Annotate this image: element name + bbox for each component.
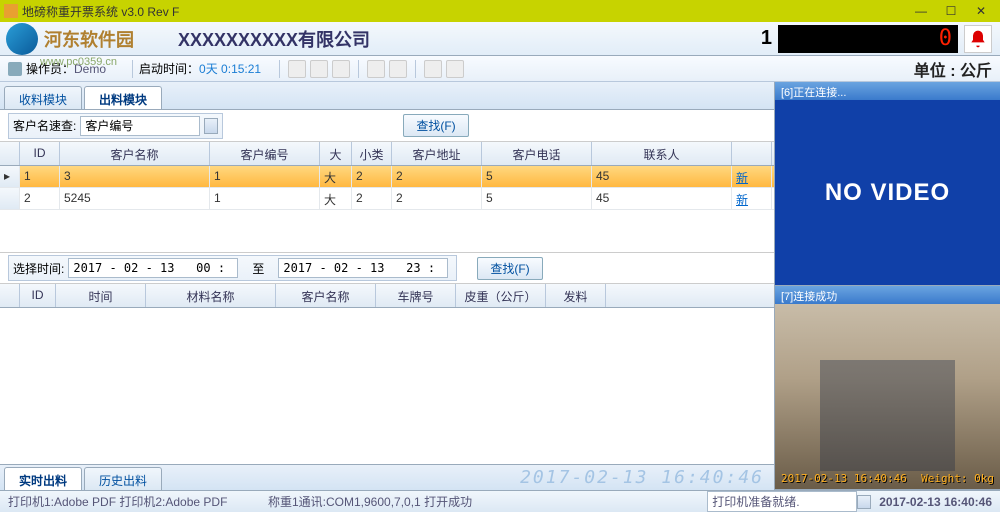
video-timestamp: 2017-02-13 16:40:46 [781, 472, 907, 485]
alarm-button[interactable] [964, 25, 992, 53]
col-small[interactable]: 小类 [352, 142, 392, 165]
time-label: 选择时间: [13, 260, 64, 277]
col-tare[interactable]: 皮重（公斤） [456, 284, 546, 307]
customer-search-bar: 客户名速查: 查找(F) [0, 110, 774, 142]
search-dropdown-icon[interactable] [204, 118, 218, 134]
col-name[interactable]: 客户名称 [60, 142, 210, 165]
uptime-value: 0天 0:15:21 [199, 60, 261, 77]
col-big[interactable]: 大 [320, 142, 352, 165]
time-filter-bar: 选择时间: 至 查找(F) [0, 252, 774, 284]
video2-title: [7]连接成功 [775, 286, 1000, 304]
maximize-button[interactable]: ☐ [936, 1, 966, 21]
close-button[interactable]: ✕ [966, 1, 996, 21]
row-selector-icon: ▸ [0, 166, 20, 187]
minimize-button[interactable]: — [906, 1, 936, 21]
watermark-url: www.pc0359.cn [40, 56, 117, 68]
status-printer-ready: 打印机准备就绪. [707, 491, 857, 512]
bell-icon [968, 29, 988, 49]
col-customer[interactable]: 客户名称 [276, 284, 376, 307]
time-to-input[interactable] [278, 258, 448, 278]
video1-title: [6]正在连接... [775, 82, 1000, 100]
table-row[interactable]: ▸ 1 3 1 大 2 2 5 45 新 [0, 166, 774, 188]
car-icon[interactable] [367, 60, 385, 78]
video-panel: [6]正在连接... NO VIDEO [7]连接成功 2017-02-13 1… [775, 82, 1000, 490]
window-title: 地磅称重开票系统 v3.0 Rev F [22, 3, 906, 20]
video-weight: Weight: 0kg [921, 472, 994, 485]
camera-icon[interactable] [310, 60, 328, 78]
user-icon [8, 62, 22, 76]
video2-body: 2017-02-13 16:40:46 Weight: 0kg [775, 304, 1000, 489]
no-video-label: NO VIDEO [825, 179, 950, 207]
col-phone[interactable]: 客户电话 [482, 142, 592, 165]
table-row[interactable]: 2 5245 1 大 2 2 5 45 新 [0, 188, 774, 210]
to-label: 至 [252, 260, 264, 277]
search-label: 客户名速查: [13, 117, 76, 134]
unit-label: 单位 : 公斤 [914, 57, 992, 81]
channel-number: 1 [761, 27, 772, 50]
col-plate[interactable]: 车牌号 [376, 284, 456, 307]
status-bar: 打印机1:Adobe PDF 打印机2:Adobe PDF 称重1通讯:COM1… [0, 490, 1000, 512]
col-customer-no[interactable]: 客户编号 [210, 142, 320, 165]
time-from-input[interactable] [68, 258, 238, 278]
col-time[interactable]: 时间 [56, 284, 146, 307]
video1-body: NO VIDEO [775, 100, 1000, 285]
titlebar: 地磅称重开票系统 v3.0 Rev F — ☐ ✕ [0, 0, 1000, 22]
search-input[interactable] [80, 116, 200, 136]
col-ship[interactable]: 发料 [546, 284, 606, 307]
customer-grid: ID 客户名称 客户编号 大 小类 客户地址 客户电话 联系人 ▸ 1 3 1 … [0, 142, 774, 252]
tool-icon-3[interactable] [332, 60, 350, 78]
watermark-site: 河东软件园 [44, 26, 134, 52]
find-button[interactable]: 查找(F) [403, 114, 468, 137]
col-id[interactable]: ID [20, 284, 56, 307]
watermark: 河东软件园 www.pc0359.cn [0, 22, 134, 56]
header: XXXXXXXXXX有限公司 1 0 [0, 22, 1000, 56]
status-printers: 打印机1:Adobe PDF 打印机2:Adobe PDF [8, 493, 268, 510]
bottom-tabs: 实时出料 历史出料 2017-02-13 16:40:46 [0, 464, 774, 490]
row-action-link[interactable]: 新 [732, 188, 772, 209]
site-logo-icon [6, 23, 38, 55]
tab-dispatch[interactable]: 出料模块 [84, 86, 162, 109]
weight-value: 0 [939, 26, 952, 51]
app-icon [4, 4, 18, 18]
tool-icon-1[interactable] [288, 60, 306, 78]
col-contact[interactable]: 联系人 [592, 142, 732, 165]
row-action-link[interactable]: 新 [732, 166, 772, 187]
uptime-label: 启动时间： [139, 60, 199, 77]
col-address[interactable]: 客户地址 [392, 142, 482, 165]
module-tabs: 收料模块 出料模块 [0, 82, 774, 110]
col-id[interactable]: ID [20, 142, 60, 165]
toolbar: 操作员： Demo 启动时间： 0天 0:15:21 单位 : 公斤 [0, 56, 1000, 82]
tab-receive[interactable]: 收料模块 [4, 86, 82, 109]
print-icon[interactable] [389, 60, 407, 78]
tab-realtime[interactable]: 实时出料 [4, 467, 82, 490]
tool-icon-7[interactable] [446, 60, 464, 78]
time-find-button[interactable]: 查找(F) [477, 257, 542, 280]
timestamp-overlay: 2017-02-13 16:40:46 [520, 467, 764, 488]
col-material[interactable]: 材料名称 [146, 284, 276, 307]
tab-history[interactable]: 历史出料 [84, 467, 162, 490]
dropdown-icon[interactable] [857, 495, 871, 509]
weight-display: 0 [778, 25, 958, 53]
rss-icon[interactable] [424, 60, 442, 78]
status-timestamp: 2017-02-13 16:40:46 [879, 495, 992, 509]
records-grid: ID 时间 材料名称 客户名称 车牌号 皮重（公斤） 发料 [0, 284, 774, 464]
status-comm: 称重1通讯:COM1,9600,7,0,1 打开成功 [268, 493, 707, 510]
company-name: XXXXXXXXXX有限公司 [178, 26, 370, 52]
